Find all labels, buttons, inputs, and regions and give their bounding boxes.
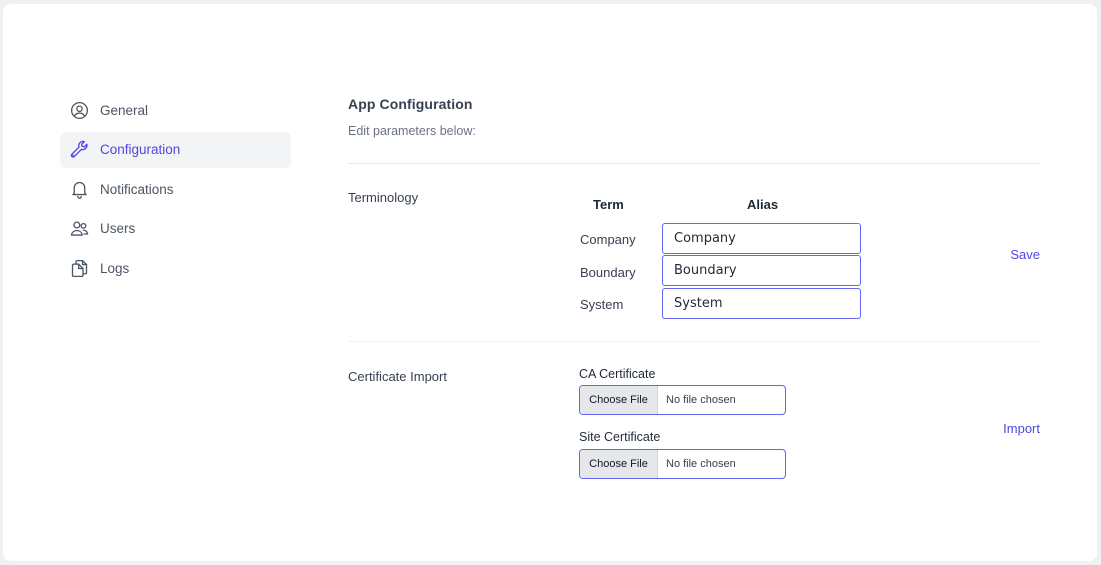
ca-file-status: No file chosen	[666, 394, 736, 406]
bell-icon	[68, 178, 90, 200]
save-button[interactable]: Save	[1010, 247, 1040, 262]
main-header: App Configuration Edit parameters below:	[348, 96, 1040, 138]
term-label-company: Company	[580, 232, 636, 247]
header-divider	[348, 163, 1040, 164]
site-choose-file-button[interactable]: Choose File	[580, 450, 658, 478]
sidebar-item-label: Configuration	[100, 142, 181, 157]
site-certificate-label: Site Certificate	[579, 430, 661, 444]
alias-input-system[interactable]	[662, 288, 861, 319]
term-column-header: Term	[593, 197, 624, 212]
site-certificate-file-input[interactable]: Choose File No file chosen	[579, 449, 786, 479]
sidebar-item-label: Notifications	[100, 181, 174, 197]
certificate-import-label: Certificate Import	[348, 369, 447, 384]
import-button[interactable]: Import	[1003, 421, 1040, 436]
sidebar-item-label: General	[100, 102, 149, 118]
users-icon	[68, 218, 90, 240]
site-file-status: No file chosen	[666, 458, 736, 470]
ca-certificate-file-input[interactable]: Choose File No file chosen	[579, 385, 786, 415]
page-subtitle: Edit parameters below:	[348, 124, 476, 138]
wrench-icon	[68, 139, 90, 161]
ca-certificate-label: CA Certificate	[579, 367, 656, 381]
section-divider	[348, 341, 1040, 342]
sidebar-nav: General Configuration Notifications User…	[60, 92, 291, 290]
sidebar-item-label: Logs	[100, 260, 130, 276]
sidebar-item-label: Users	[100, 221, 136, 236]
page-title: App Configuration	[348, 96, 473, 112]
sidebar-item-logs[interactable]: Logs	[60, 250, 291, 286]
ca-choose-file-button[interactable]: Choose File	[580, 386, 658, 414]
documents-icon	[68, 257, 90, 279]
term-label-boundary: Boundary	[580, 265, 636, 280]
alias-column-header: Alias	[747, 197, 779, 212]
term-label-system: System	[580, 297, 624, 312]
sidebar-item-general[interactable]: General	[60, 92, 291, 128]
sidebar-item-configuration[interactable]: Configuration	[60, 131, 291, 168]
user-circle-icon	[68, 99, 90, 121]
alias-input-boundary[interactable]	[662, 255, 861, 286]
alias-input-company[interactable]	[662, 223, 861, 254]
sidebar-item-users[interactable]: Users	[60, 211, 291, 247]
terminology-label: Terminology	[348, 190, 419, 205]
sidebar-item-notifications[interactable]: Notifications	[60, 171, 291, 207]
